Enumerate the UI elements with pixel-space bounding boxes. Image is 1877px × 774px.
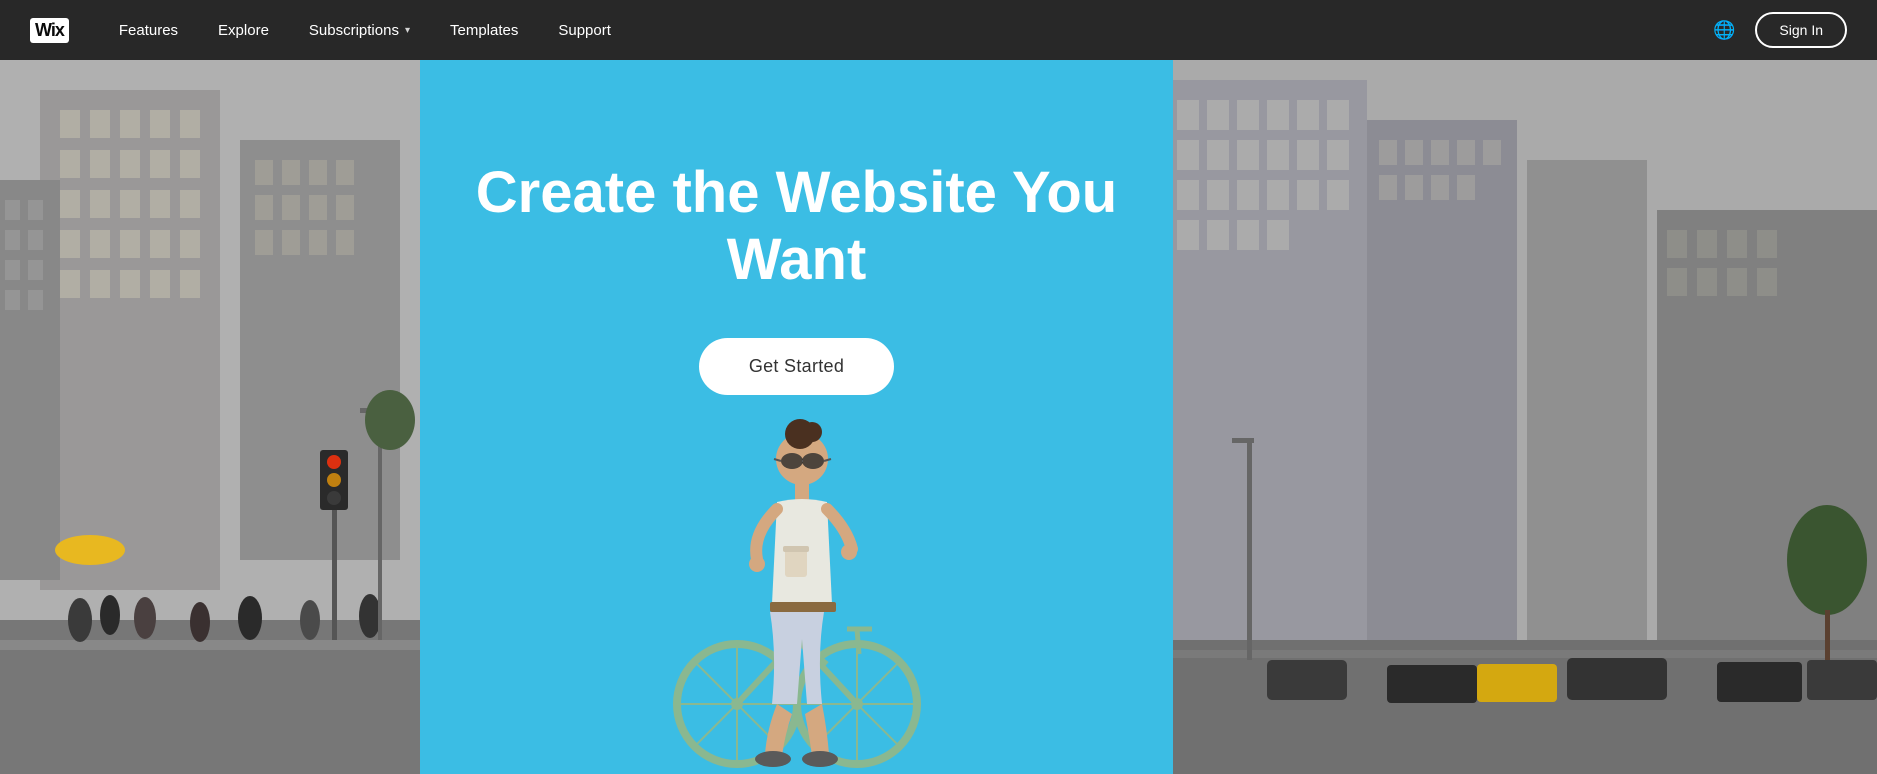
- nav-templates[interactable]: Templates: [450, 22, 518, 39]
- nav-items: Features Explore Subscriptions ▾ Templat…: [119, 22, 1713, 39]
- left-city-bg: [0, 60, 420, 774]
- right-city-bg: [1167, 60, 1877, 774]
- globe-icon[interactable]: 🌐: [1713, 20, 1735, 41]
- hero-illustration: [420, 374, 1173, 774]
- nav-subscriptions[interactable]: Subscriptions ▾: [309, 22, 410, 39]
- nav-explore[interactable]: Explore: [218, 22, 269, 39]
- hero-section: Create the Website You Want Get Started: [420, 60, 1173, 774]
- nav-support[interactable]: Support: [558, 22, 611, 39]
- logo[interactable]: Wix: [30, 18, 69, 43]
- wix-logo-text: Wix: [30, 18, 69, 43]
- subscriptions-chevron-icon: ▾: [405, 25, 410, 36]
- nav-right: 🌐 Sign In: [1713, 12, 1847, 48]
- navbar: Wix Features Explore Subscriptions ▾ Tem…: [0, 0, 1877, 60]
- hero-title: Create the Website You Want: [420, 160, 1173, 293]
- woman-bike-svg: [637, 374, 957, 774]
- sign-in-button[interactable]: Sign In: [1755, 12, 1847, 48]
- nav-features[interactable]: Features: [119, 22, 178, 39]
